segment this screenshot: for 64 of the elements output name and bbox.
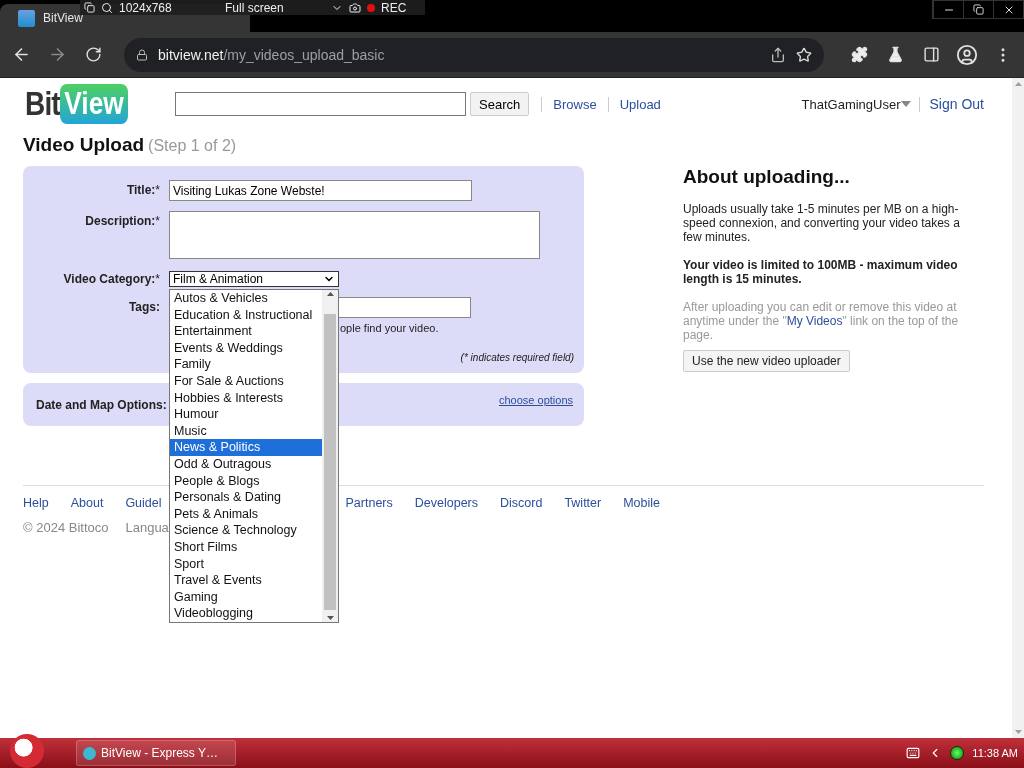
camera-icon[interactable] [349, 1, 361, 14]
footer-link[interactable]: Discord [500, 496, 543, 510]
required-note: (* indicates required field) [459, 352, 574, 363]
category-select[interactable]: Film & Animation [169, 271, 339, 287]
tags-field[interactable] [339, 297, 471, 318]
puzzle-icon[interactable] [850, 46, 868, 63]
field-label: Title:* [125, 182, 160, 199]
caret-icon [900, 101, 911, 107]
about-title: About uploading... [683, 166, 851, 188]
rec-text[interactable]: REC [381, 0, 407, 15]
language-text: Langua [125, 520, 169, 535]
dropdown-scrollbar[interactable] [322, 290, 338, 622]
note-text: After uploading you can edit or remove this video at anytime under the "My Videos" link on the top of the page. [683, 300, 960, 342]
clock-text: 11:38 AM [972, 747, 1018, 759]
limit-text: Your video is limited to 100MB - maximum video length is 15 minutes. [683, 258, 959, 286]
favicon [18, 9, 35, 27]
scroll-down-icon[interactable] [326, 616, 334, 620]
sign-out-link[interactable]: Sign Out [929, 96, 984, 112]
reload-icon[interactable] [84, 46, 102, 63]
bookmark-star-icon[interactable] [796, 46, 812, 63]
footer-link[interactable]: About [70, 496, 104, 510]
field-label: Tags: [127, 299, 160, 316]
choose-options-link[interactable]: choose options [499, 393, 573, 406]
share-icon[interactable] [770, 46, 786, 63]
side-panel-icon[interactable] [922, 46, 940, 63]
footer-link[interactable]: Mobile [623, 496, 661, 510]
keyboard-icon[interactable] [906, 746, 921, 760]
scroll-up-icon[interactable] [326, 292, 334, 296]
nav-link[interactable]: Upload [607, 96, 672, 112]
nav-link[interactable]: Browse [541, 96, 608, 112]
page-title: Video Upload [23, 134, 145, 156]
description-field[interactable] [169, 211, 540, 259]
new-uploader-button[interactable]: Use the new video uploader [683, 350, 850, 372]
record-dot-icon [367, 3, 375, 12]
footer-link[interactable]: Partners [345, 496, 393, 510]
date-options-label: Date and Map Options: [36, 397, 167, 412]
start-button[interactable] [10, 734, 44, 768]
status-icon[interactable] [950, 746, 965, 760]
window-icon[interactable] [84, 2, 95, 13]
field-label: Video Category:* [62, 271, 160, 287]
taskbar-button[interactable]: BitView - Express Y… [76, 740, 236, 766]
about-text: Uploads usually take 1-5 minutes per MB on a high-speed connexion, and converting your video takes a few minutes. [683, 202, 961, 244]
footer-link[interactable]: Twitter [564, 496, 602, 510]
profile-icon[interactable] [956, 43, 978, 66]
lock-icon [136, 48, 148, 61]
restore-icon [973, 4, 984, 15]
footer-link[interactable]: Help [23, 496, 49, 510]
search-icon[interactable] [101, 1, 113, 14]
search-field[interactable] [175, 92, 467, 116]
dropdown-option[interactable]: News & Politics [170, 439, 322, 456]
copyright-text: © 2024 Bittoco [23, 520, 109, 535]
footer-link[interactable]: Guidel [125, 496, 162, 510]
user-menu[interactable]: ThatGamingUser [801, 96, 920, 112]
flask-icon[interactable] [886, 46, 904, 63]
tags-hint: ople find your video. [340, 322, 440, 334]
title-field[interactable]: Visiting Lukas Zone Webste! [169, 180, 472, 201]
step-text: (Step 1 of 2) [148, 137, 237, 155]
address-bar[interactable]: bitview.net/my_videos_upload_basic [124, 37, 824, 72]
url-text: bitview.net/my_videos_upload_basic [158, 46, 386, 63]
footer-link[interactable]: Developers [414, 496, 478, 510]
my-videos-link[interactable]: My Videos [786, 314, 843, 328]
favicon [83, 746, 96, 760]
search-button[interactable]: Search [470, 92, 530, 116]
field-label: Description:* [84, 213, 160, 230]
